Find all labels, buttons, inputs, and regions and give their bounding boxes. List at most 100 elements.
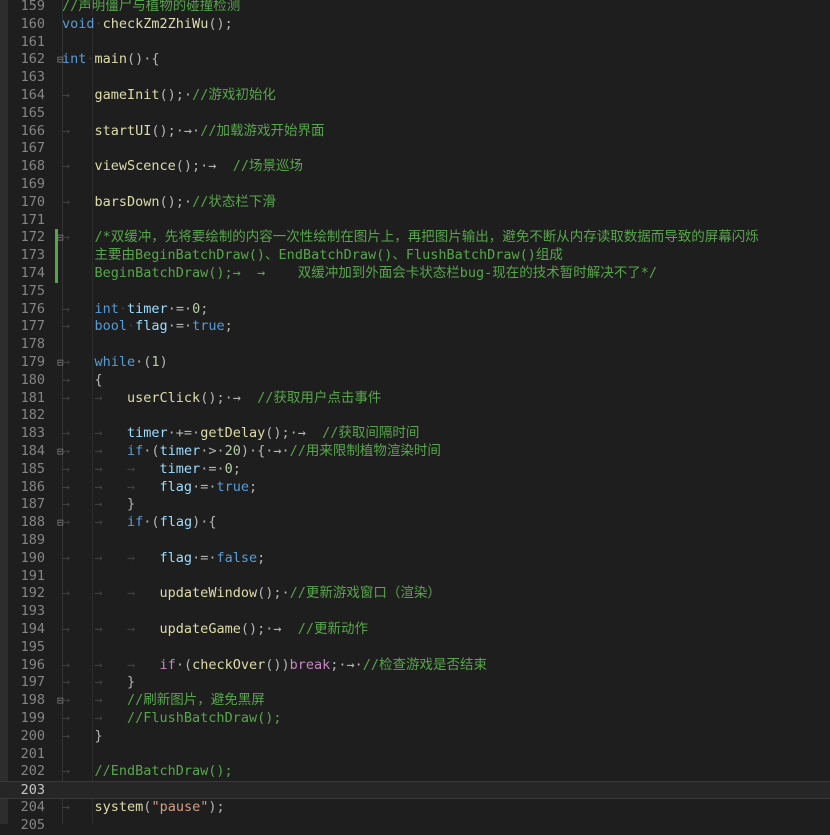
code-line[interactable]: 174 BeginBatchDraw();→ → 双缓冲加到外面会卡状态栏bug… <box>0 265 830 283</box>
code-text[interactable]: 主要由BeginBatchDraw()、EndBatchDraw()、Flush… <box>62 247 563 265</box>
code-line[interactable]: 175 <box>0 283 830 301</box>
code-line[interactable]: 200 → } <box>0 728 830 746</box>
code-text[interactable]: → system("pause"); <box>62 799 225 817</box>
code-line[interactable]: 190 → → → flag·=·false; <box>0 550 830 568</box>
code-line[interactable]: 201 <box>0 746 830 764</box>
code-line[interactable]: 189 <box>0 532 830 550</box>
code-token: startUI <box>94 122 152 139</box>
code-line[interactable]: 163 <box>0 69 830 87</box>
code-line[interactable]: 176 → int·timer·=·0; <box>0 301 830 319</box>
line-number: 192 <box>20 585 45 602</box>
code-token: flag <box>159 549 193 566</box>
code-text[interactable]: → → //刷新图片，避免黑屏 <box>62 692 265 710</box>
code-token: true <box>216 478 249 495</box>
code-token: )·{·→· <box>240 443 290 459</box>
code-token: if <box>127 514 144 531</box>
code-line[interactable]: 181 → → userClick();·→ //获取用户点击事件 <box>0 390 830 408</box>
code-line[interactable]: 161 <box>0 34 830 52</box>
code-line[interactable]: 183 → → timer·+=·getDelay();·→ //获取间隔时间 <box>0 425 830 443</box>
code-text[interactable]: BeginBatchDraw();→ → 双缓冲加到外面会卡状态栏bug-现在的… <box>62 265 657 283</box>
code-line[interactable]: 169 <box>0 176 830 194</box>
code-token: bool <box>94 318 128 335</box>
code-text[interactable]: → → if·(flag)·{ <box>62 514 216 532</box>
code-token: ; <box>200 300 209 317</box>
code-token: → → <box>62 496 128 513</box>
code-line[interactable]: 202 → //EndBatchDraw(); <box>0 763 830 781</box>
code-token: · <box>127 318 136 335</box>
code-line[interactable]: 203 <box>0 781 830 799</box>
code-text[interactable]: → → → if·(checkOver())break;·→·//检查游戏是否结… <box>62 657 487 675</box>
line-number: 170 <box>20 193 45 210</box>
code-line[interactable]: 180 → { <box>0 372 830 390</box>
code-text[interactable]: → while·(1) <box>62 354 168 372</box>
line-number: 187 <box>20 496 45 513</box>
code-text[interactable]: → /*双缓冲，先将要绘制的内容一次性绘制在图片上，再把图片输出，避免不断从内存… <box>62 229 759 247</box>
code-text[interactable]: → //EndBatchDraw(); <box>62 763 233 781</box>
code-token: → → → <box>62 460 160 477</box>
code-line[interactable]: 199 → → //FlushBatchDraw(); <box>0 710 830 728</box>
code-token: · <box>94 15 103 32</box>
code-line[interactable]: 173 主要由BeginBatchDraw()、EndBatchDraw()、F… <box>0 247 830 265</box>
code-line[interactable]: 192 → → → updateWindow();·//更新游戏窗口（渲染） <box>0 585 830 603</box>
code-line[interactable]: 159 //声明僵尸与植物的碰撞检测 <box>0 0 830 16</box>
code-text[interactable]: → → //FlushBatchDraw(); <box>62 710 281 728</box>
code-line[interactable]: 205 <box>0 817 830 835</box>
code-line[interactable]: 184 ⊟ → → if·(timer·>·20)·{·→·//用来限制植物渲染时间 <box>0 443 830 461</box>
code-line[interactable]: 197 → → } <box>0 674 830 692</box>
code-text[interactable]: → bool·flag·=·true; <box>62 318 233 336</box>
code-line[interactable]: 177 → bool·flag·=·true; <box>0 318 830 336</box>
code-token: ; <box>232 460 241 477</box>
code-text[interactable]: → → → flag·=·true; <box>62 479 257 497</box>
code-token: ·=· <box>192 549 217 566</box>
code-text[interactable]: → → } <box>62 674 135 692</box>
code-text[interactable]: → → } <box>62 496 135 514</box>
code-line[interactable]: 167 <box>0 140 830 158</box>
code-text[interactable]: → → → timer·=·0; <box>62 461 241 479</box>
code-line[interactable]: 198 ⊟ → → //刷新图片，避免黑屏 <box>0 692 830 710</box>
code-line[interactable]: 182 <box>0 407 830 425</box>
code-line[interactable]: 166 → startUI();·→·//加载游戏开始界面 <box>0 123 830 141</box>
code-line[interactable]: 193 <box>0 603 830 621</box>
code-text[interactable]: → → userClick();·→ //获取用户点击事件 <box>62 390 381 408</box>
code-text[interactable]: void·checkZm2ZhiWu(); <box>62 16 233 34</box>
code-editor[interactable]: 159//声明僵尸与植物的碰撞检测 160 void·checkZm2ZhiWu()… <box>0 0 830 833</box>
code-line[interactable]: 196 → → → if·(checkOver())break;·→·//检查游戏… <box>0 657 830 675</box>
code-text[interactable]: → → if·(timer·>·20)·{·→·//用来限制植物渲染时间 <box>62 443 441 461</box>
code-text[interactable]: → startUI();·→·//加载游戏开始界面 <box>62 123 324 141</box>
code-text[interactable]: → gameInit();·//游戏初始化 <box>62 87 276 105</box>
code-line[interactable]: 185 → → → timer·=·0; <box>0 461 830 479</box>
code-line[interactable]: 160 void·checkZm2ZhiWu(); <box>0 16 830 34</box>
code-text[interactable]: → → → flag·=·false; <box>62 550 265 568</box>
code-text[interactable]: int·main()·{ <box>62 51 160 69</box>
code-line[interactable]: 168 → viewScence();·→ //场景巡场 <box>0 158 830 176</box>
code-text[interactable]: → barsDown();·//状态栏下滑 <box>62 194 276 212</box>
code-text[interactable]: → → timer·+=·getDelay();·→ //获取间隔时间 <box>62 425 419 443</box>
code-line[interactable]: 191 <box>0 568 830 586</box>
code-line[interactable]: 171 <box>0 212 830 230</box>
code-text[interactable]: → → → updateWindow();·//更新游戏窗口（渲染） <box>62 585 441 603</box>
code-line[interactable]: 204 → system("pause"); <box>0 799 830 817</box>
code-text[interactable]: → → → updateGame();·→ //更新动作 <box>62 621 368 639</box>
code-line[interactable]: 172 ⊟ → /*双缓冲，先将要绘制的内容一次性绘制在图片上，再把图片输出，避免不… <box>0 229 830 248</box>
code-line[interactable]: 170 → barsDown();·//状态栏下滑 <box>0 194 830 212</box>
code-token: ·( <box>175 656 193 673</box>
code-line[interactable]: 195 <box>0 639 830 657</box>
code-line[interactable]: 187 → → } <box>0 496 830 514</box>
code-line[interactable]: 178 <box>0 336 830 354</box>
code-text[interactable]: //声明僵尸与植物的碰撞检测 <box>62 0 240 16</box>
code-line[interactable]: 194 → → → updateGame();·→ //更新动作 <box>0 621 830 639</box>
code-line[interactable]: 164 → gameInit();·//游戏初始化 <box>0 87 830 105</box>
code-token: ·=· <box>200 460 225 477</box>
code-token: //更新动作 <box>297 621 368 637</box>
code-line[interactable]: 179 ⊟ → while·(1) <box>0 354 830 372</box>
line-number: 195 <box>20 638 45 655</box>
code-token: userClick <box>127 389 201 406</box>
code-line[interactable]: 162 ⊟ int·main()·{ <box>0 51 830 69</box>
code-line[interactable]: 186 → → → flag·=·true; <box>0 479 830 497</box>
code-text[interactable]: → { <box>62 372 103 390</box>
code-line[interactable]: 165 <box>0 105 830 123</box>
code-line[interactable]: 188 ⊟ → → if·(flag)·{ <box>0 514 830 532</box>
code-text[interactable]: → viewScence();·→ //场景巡场 <box>62 158 303 176</box>
code-text[interactable]: → int·timer·=·0; <box>62 301 208 319</box>
code-text[interactable]: → } <box>62 728 103 746</box>
